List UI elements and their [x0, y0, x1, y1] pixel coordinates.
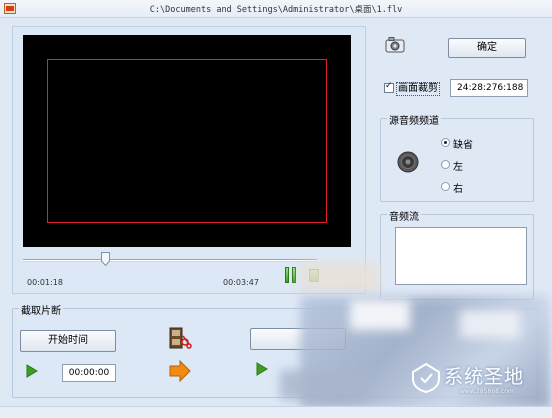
start-time-button[interactable]: 开始时间: [20, 330, 116, 352]
source-channel-title: 源音频频道: [387, 112, 441, 127]
crop-checkbox[interactable]: [384, 81, 394, 93]
source-channel-group: 源音频频道 缺省 左 右: [380, 112, 534, 202]
blur-overlay: [350, 300, 410, 330]
pause-bar-right: [292, 267, 296, 283]
watermark-url: www.285868.com: [460, 388, 514, 395]
pause-button[interactable]: [285, 267, 297, 283]
video-preview[interactable]: [23, 35, 351, 247]
audio-stream-list[interactable]: [395, 227, 527, 285]
watermark-text: 系统圣地: [444, 366, 525, 388]
camera-icon[interactable]: [384, 36, 406, 54]
play-start-icon[interactable]: [26, 364, 38, 378]
pause-bar-left: [285, 267, 289, 283]
total-time: 00:03:47: [223, 278, 259, 287]
title-bar: C:\Documents and Settings\Administrator\…: [0, 0, 552, 18]
ok-button[interactable]: 确定: [448, 38, 526, 58]
radio-left[interactable]: [441, 160, 450, 169]
seek-thumb[interactable]: [101, 252, 111, 266]
radio-default-label: 缺省: [453, 140, 473, 151]
status-bar: [0, 406, 552, 418]
crop-value-field[interactable]: 24:28:276:188: [450, 79, 528, 97]
film-cut-icon[interactable]: [168, 327, 192, 349]
video-panel: 00:01:18 00:03:47: [12, 26, 366, 294]
blur-overlay: [460, 310, 520, 338]
watermark-logo: [412, 363, 440, 393]
seek-bar[interactable]: [23, 259, 317, 262]
watermark: 系统圣地 www.285868.com: [410, 360, 550, 400]
radio-left-label: 左: [453, 162, 463, 173]
crop-checkbox-label[interactable]: 画面裁剪: [396, 82, 440, 96]
current-time: 00:01:18: [27, 278, 63, 287]
arrow-right-icon[interactable]: [168, 360, 192, 382]
audio-stream-title: 音频流: [387, 208, 421, 223]
window-title: C:\Documents and Settings\Administrator\…: [149, 5, 403, 15]
radio-right-label: 右: [453, 184, 463, 195]
radio-default[interactable]: [441, 138, 450, 147]
speaker-icon: [397, 151, 419, 173]
blur-overlay: [280, 370, 370, 400]
radio-right[interactable]: [441, 182, 450, 191]
start-time-field[interactable]: 00:00:00: [62, 364, 116, 382]
audio-stream-group: 音频流: [380, 208, 534, 300]
blur-overlay: [300, 262, 380, 292]
crop-rectangle[interactable]: [47, 59, 327, 223]
play-end-icon[interactable]: [256, 362, 268, 376]
clip-group-title: 截取片断: [19, 302, 63, 317]
